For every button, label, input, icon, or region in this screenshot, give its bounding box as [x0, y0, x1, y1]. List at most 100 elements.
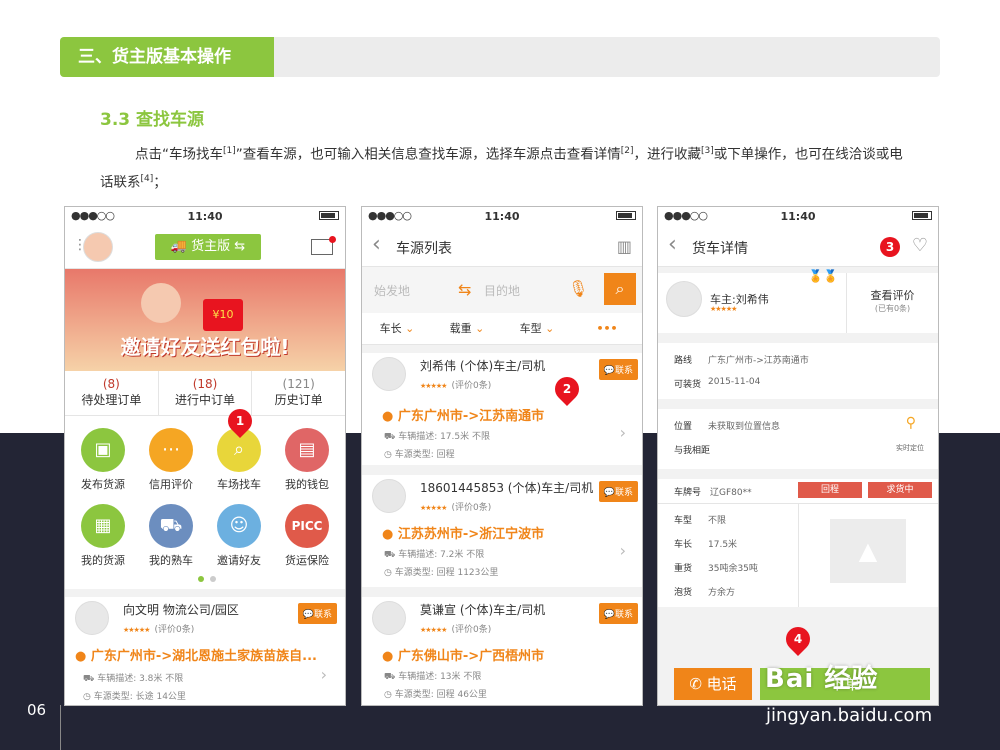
avatar	[666, 281, 702, 317]
from-input[interactable]: 始发地	[374, 282, 410, 299]
filter-load[interactable]: 载重 ⌄	[432, 313, 502, 344]
boxes-icon[interactable]: ▦	[81, 504, 125, 548]
avatar	[75, 601, 109, 635]
clock-icon: ◷	[384, 450, 395, 460]
order-pending[interactable]: (8) 待处理订单	[65, 371, 159, 415]
invite-banner[interactable]: ¥10 邀请好友送红包啦!	[65, 269, 345, 371]
realtime-location-button[interactable]: 实时定位	[896, 443, 924, 453]
rating-stars: ★★★★★	[420, 504, 447, 512]
role-switch-button[interactable]: 🚚 货主版 ⇆	[155, 234, 261, 260]
vehicle-desc: ⛟ 车辆描述: 3.8米 不限	[83, 674, 184, 684]
vehicle-card[interactable]: 18601445853 (个体)车主/司机 ★★★★★ (评价0条) 💬联系 ●…	[362, 475, 642, 587]
baidu-watermark: Bai 经验	[765, 664, 879, 694]
vehicle-card[interactable]: 莫谦宣 (个体)车主/司机 ★★★★★ (评价0条) 💬联系 ● 广东佛山市->…	[362, 597, 642, 705]
detail-nav: ‹ 货车详情 3 ♡	[658, 227, 938, 267]
chevron-right-icon: ›	[320, 665, 327, 684]
clock-icon: ◷	[83, 692, 94, 702]
search-bar: 始发地 ⇆ 目的地 🎙 ⌕	[362, 267, 642, 313]
users-icon[interactable]: ☺	[217, 504, 261, 548]
medal-icons: 🏅🏅	[808, 269, 838, 283]
chevron-down-icon: ⌄	[405, 322, 415, 335]
owner-section: 车主:刘希伟 ★★★★★ 🏅🏅 查看评价 (已有0条)	[658, 269, 938, 333]
back-chevron-icon[interactable]: ‹	[372, 232, 381, 257]
filter-type[interactable]: 车型 ⌄	[502, 313, 572, 344]
rating-stars: ★★★★★	[710, 305, 737, 313]
location-pin-icon[interactable]: ⚲	[906, 415, 916, 431]
truck-icon[interactable]: ⛟	[149, 504, 193, 548]
box-icon[interactable]: ▣	[81, 428, 125, 472]
battery-icon	[616, 210, 636, 220]
microphone-icon[interactable]: 🎙	[568, 279, 588, 298]
tag-return: 回程	[798, 482, 862, 498]
chevron-right-icon: ›	[619, 541, 626, 560]
contact-button[interactable]: 💬联系	[598, 603, 638, 624]
search-button[interactable]: ⌕	[604, 273, 636, 305]
clock-icon: ◷	[384, 690, 395, 700]
chat-bubble-icon: 💬	[603, 488, 615, 498]
chevron-down-icon: ⌄	[545, 322, 555, 335]
back-chevron-icon[interactable]: ‹	[668, 232, 677, 257]
battery-icon	[319, 210, 339, 220]
section-title: 3.3 查找车源	[100, 110, 205, 130]
rating-stars: ★★★★★	[420, 382, 447, 390]
status-bar: ●●●○○ 11:40	[658, 207, 938, 227]
clock-icon: ◷	[384, 568, 395, 578]
watermark-url: jingyan.baidu.com	[766, 705, 933, 726]
vehicle-desc: ⛟ 车辆描述: 13米 不限	[384, 672, 482, 682]
vehicle-type: ◷ 车源类型: 回程 1123公里	[384, 568, 499, 578]
more-filters-button[interactable]: •••	[572, 313, 642, 344]
filter-length[interactable]: 车长 ⌄	[362, 313, 432, 344]
status-bar: ●●●○○ 11:40	[65, 207, 345, 227]
step-marker-1: 1	[223, 404, 257, 438]
map-icon[interactable]: ▥	[617, 237, 632, 256]
wallet-icon[interactable]: ▤	[285, 428, 329, 472]
avatar	[372, 479, 406, 513]
route-text: ● 江苏苏州市->浙江宁波市	[382, 527, 545, 542]
filter-bar: 车长 ⌄ 载重 ⌄ 车型 ⌄ •••	[362, 313, 642, 345]
grid-label: 货运保险	[285, 554, 329, 567]
route-text: ● 广东广州市->湖北恩施土家族苗族自...	[75, 649, 317, 664]
to-input[interactable]: 目的地	[484, 282, 520, 299]
vehicle-card[interactable]: 向文明 物流公司/园区 ★★★★★ (评价0条) 💬联系 ● 广东广州市->湖北…	[65, 597, 345, 705]
phone-home-screen: ●●●○○ 11:40 ⋮ 🚚 货主版 ⇆ ¥10 邀请好友送红包啦! (8) 待处…	[64, 206, 346, 706]
chat-bubble-icon: 💬	[302, 610, 314, 620]
chat-icon[interactable]: ⋯	[149, 428, 193, 472]
route-section: 路线 广东广州市->江苏南通市 可装货 2015-11-04	[658, 343, 938, 399]
step-marker-2: 2	[550, 372, 584, 406]
route-text: ● 广东广州市->江苏南通市	[382, 409, 545, 424]
grid-label: 邀请好友	[217, 554, 261, 567]
vehicle-card[interactable]: 刘希伟 (个体)车主/司机 ★★★★★ (评价0条) 💬联系 2 ● 广东广州市…	[362, 353, 642, 465]
avatar	[372, 601, 406, 635]
truck-icon: ⛟	[384, 432, 399, 442]
heart-icon[interactable]: ♡	[912, 235, 928, 256]
user-avatar[interactable]	[83, 232, 113, 262]
route-text: ● 广东佛山市->广西梧州市	[382, 649, 545, 664]
vehicle-type: ◷ 车源类型: 回程 46公里	[384, 690, 487, 700]
spec-section: 车牌号 辽GF80** 回程 求货中 车型 不限 车长 17.5米 重货 35吨余35吨…	[658, 479, 938, 607]
grid-label: 信用评价	[149, 478, 193, 491]
page-number: 06	[27, 701, 47, 719]
truck-icon: ⛟	[83, 674, 98, 684]
list-nav: ‹ 车源列表 ▥	[362, 227, 642, 267]
tag-seeking-cargo: 求货中	[868, 482, 932, 498]
order-history[interactable]: (121) 历史订单	[252, 371, 345, 415]
notification-dot	[329, 236, 336, 243]
order-summary: (8) 待处理订单 (18) 进行中订单 (121) 历史订单	[65, 371, 345, 416]
contact-button[interactable]: 💬联系	[297, 603, 337, 624]
call-button[interactable]: ✆ 电话	[674, 668, 752, 700]
vehicle-desc: ⛟ 车辆描述: 17.5米 不限	[384, 432, 490, 442]
truck-icon: ⛟	[384, 550, 399, 560]
truck-icon: ⛟	[384, 672, 399, 682]
step-marker-4: 4	[781, 622, 815, 656]
contact-button[interactable]: 💬联系	[598, 359, 638, 380]
rating-stars: ★★★★★	[123, 626, 150, 634]
swap-icon[interactable]: ⇆	[458, 280, 471, 299]
rating-stars: ★★★★★	[420, 626, 447, 634]
vehicle-type: ◷ 车源类型: 回程	[384, 450, 455, 460]
view-reviews-button[interactable]: 查看评价 (已有0条)	[846, 273, 938, 333]
contact-button[interactable]: 💬联系	[598, 481, 638, 502]
chevron-right-icon: ›	[619, 423, 626, 442]
status-bar: ●●●○○ 11:40	[362, 207, 642, 227]
picc-icon[interactable]: PICC	[285, 504, 329, 548]
divider	[60, 705, 61, 750]
